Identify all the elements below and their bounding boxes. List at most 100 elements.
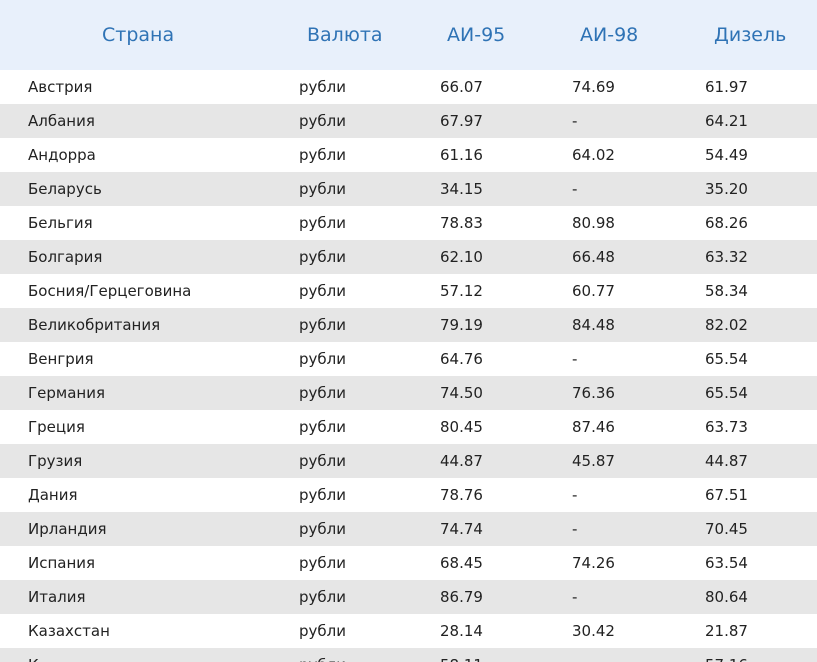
ai95-cell: 28.14 — [440, 622, 483, 640]
ai95-cell: 57.12 — [440, 282, 483, 300]
ai95-cell: 44.87 — [440, 452, 483, 470]
ai98-cell: 30.42 — [572, 622, 615, 640]
diesel-cell: 44.87 — [705, 452, 748, 470]
country-cell: Грузия — [28, 452, 83, 470]
ai98-cell: 66.48 — [572, 248, 615, 266]
country-cell: Болгария — [28, 248, 103, 266]
ai95-cell: 78.83 — [440, 214, 483, 232]
currency-cell: рубли — [299, 350, 346, 368]
ai95-cell: 58.11 — [412, 656, 552, 662]
diesel-cell: 68.26 — [705, 214, 748, 232]
ai98-cell: 80.98 — [572, 214, 615, 232]
ai98-cell: - — [572, 112, 578, 130]
diesel-cell: 63.73 — [705, 418, 748, 436]
ai95-cell: 78.76 — [440, 486, 483, 504]
diesel-cell: 21.87 — [705, 622, 748, 640]
diesel-cell: 57.16 — [685, 656, 817, 662]
country-cell: Италия — [28, 588, 86, 606]
ai95-cell: 67.97 — [440, 112, 483, 130]
diesel-cell: 58.34 — [705, 282, 748, 300]
column-header-ai95[interactable]: АИ-95 — [412, 0, 552, 70]
currency-cell: рубли — [299, 486, 346, 504]
country-cell: Беларусь — [28, 180, 102, 198]
ai95-cell: 79.19 — [440, 316, 483, 334]
table-row: Великобритания рубли 79.19 84.48 82.02 — [0, 308, 817, 342]
currency-cell: рубли — [299, 418, 346, 436]
table-row: Албания рубли 67.97 - 64.21 — [0, 104, 817, 138]
diesel-cell: 35.20 — [705, 180, 748, 198]
currency-cell: рубли — [299, 214, 346, 232]
table-body: Австрия рубли 66.07 74.69 61.97 Албания рубли 6… — [0, 70, 817, 662]
column-header-diesel[interactable]: Дизель — [685, 0, 817, 70]
ai95-cell: 74.50 — [440, 384, 483, 402]
country-cell: Казахстан — [28, 622, 110, 640]
country-cell: К — [0, 656, 272, 662]
country-cell: Греция — [28, 418, 85, 436]
ai98-cell: - — [572, 180, 578, 198]
table-row: Венгрия рубли 64.76 - 65.54 — [0, 342, 817, 376]
diesel-cell: 65.54 — [705, 384, 748, 402]
currency-cell: рубли — [299, 180, 346, 198]
currency-cell: рубли — [299, 112, 346, 130]
ai98-cell: - — [572, 350, 578, 368]
table-row: Беларусь рубли 34.15 - 35.20 — [0, 172, 817, 206]
country-cell: Бельгия — [28, 214, 93, 232]
country-cell: Албания — [28, 112, 95, 130]
country-cell: Андорра — [28, 146, 96, 164]
ai95-cell: 66.07 — [440, 78, 483, 96]
ai98-cell: - — [572, 520, 578, 538]
table-row: Италия рубли 86.79 - 80.64 — [0, 580, 817, 614]
diesel-cell: 67.51 — [705, 486, 748, 504]
ai95-cell: 64.76 — [440, 350, 483, 368]
country-cell: Ирландия — [28, 520, 107, 538]
column-header-country[interactable]: Страна — [0, 0, 272, 70]
diesel-cell: 80.64 — [705, 588, 748, 606]
column-header-currency[interactable]: Валюта — [272, 0, 412, 70]
ai98-cell: - — [572, 588, 578, 606]
country-cell: Босния/Герцеговина — [28, 282, 192, 300]
fuel-price-table: Страна Валюта АИ-95 АИ-98 Дизель Австрия… — [0, 0, 817, 662]
table-row: Германия рубли 74.50 76.36 65.54 — [0, 376, 817, 410]
country-cell: Дания — [28, 486, 78, 504]
country-cell: Германия — [28, 384, 105, 402]
currency-cell: рубли — [299, 554, 346, 572]
table-row: Казахстан рубли 28.14 30.42 21.87 — [0, 614, 817, 648]
currency-cell: рубли — [299, 622, 346, 640]
currency-cell: рубли — [299, 146, 346, 164]
diesel-cell: 63.32 — [705, 248, 748, 266]
diesel-cell: 65.54 — [705, 350, 748, 368]
ai98-cell: 60.77 — [572, 282, 615, 300]
table-row: Ирландия рубли 74.74 - 70.45 — [0, 512, 817, 546]
table-header: Страна Валюта АИ-95 АИ-98 Дизель — [0, 0, 817, 70]
currency-cell: рубли — [299, 316, 346, 334]
column-header-ai98[interactable]: АИ-98 — [552, 0, 685, 70]
diesel-cell: 61.97 — [705, 78, 748, 96]
currency-cell: рубли — [299, 452, 346, 470]
diesel-cell: 63.54 — [705, 554, 748, 572]
currency-cell: рубли — [299, 588, 346, 606]
country-cell: Венгрия — [28, 350, 94, 368]
table-row: Крубли58.11 57.16 — [0, 648, 817, 662]
diesel-cell: 82.02 — [705, 316, 748, 334]
country-cell: Испания — [28, 554, 96, 572]
table-row: Австрия рубли 66.07 74.69 61.97 — [0, 70, 817, 104]
diesel-cell: 70.45 — [705, 520, 748, 538]
currency-cell: рубли — [272, 656, 412, 662]
ai98-cell: 64.02 — [572, 146, 615, 164]
country-cell: Австрия — [28, 78, 93, 96]
table-row: Греция рубли 80.45 87.46 63.73 — [0, 410, 817, 444]
ai95-cell: 74.74 — [440, 520, 483, 538]
ai95-cell: 68.45 — [440, 554, 483, 572]
ai95-cell: 86.79 — [440, 588, 483, 606]
currency-cell: рубли — [299, 384, 346, 402]
ai98-cell: 87.46 — [572, 418, 615, 436]
ai95-cell: 62.10 — [440, 248, 483, 266]
ai98-cell: 45.87 — [572, 452, 615, 470]
table-row: Болгария рубли 62.10 66.48 63.32 — [0, 240, 817, 274]
currency-cell: рубли — [299, 520, 346, 538]
ai98-cell: 74.69 — [572, 78, 615, 96]
ai98-cell: - — [572, 486, 578, 504]
table-row: Испания рубли 68.45 74.26 63.54 — [0, 546, 817, 580]
table-row: Грузия рубли 44.87 45.87 44.87 — [0, 444, 817, 478]
table-row: Андорра рубли 61.16 64.02 54.49 — [0, 138, 817, 172]
